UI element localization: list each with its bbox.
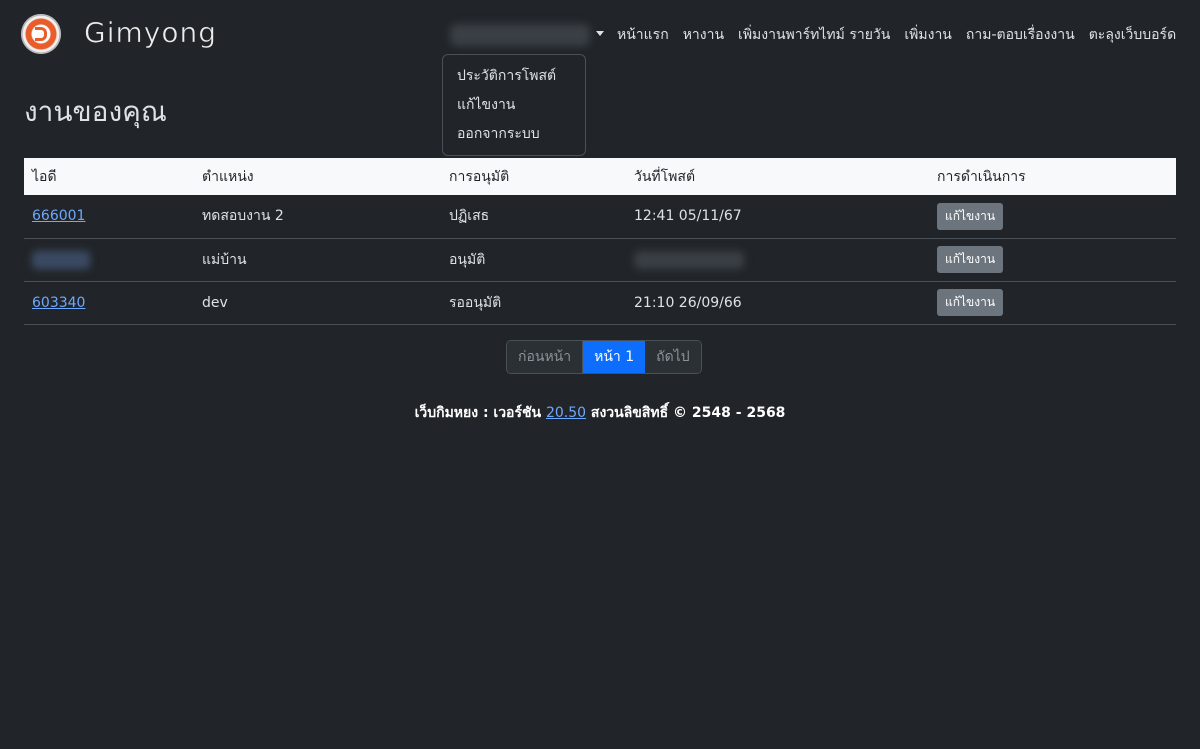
nav-link-webboard[interactable]: ตะลุงเว็บบอร์ด — [1082, 23, 1183, 47]
table-header-row: ไอดี ตำแหน่ง การอนุมัติ วันที่โพสต์ การด… — [24, 158, 1176, 195]
cell-position: dev — [194, 281, 441, 325]
jobs-table: ไอดี ตำแหน่ง การอนุมัติ วันที่โพสต์ การด… — [24, 158, 1176, 325]
cell-position: แม่บ้าน — [194, 238, 441, 282]
nav-link-add-daily-parttime[interactable]: เพิ่มงานพาร์ทไทม์ รายวัน — [731, 23, 897, 47]
cell-position: ทดสอบงาน 2 — [194, 195, 441, 239]
header-id: ไอดี — [24, 158, 194, 195]
nav-link-add-job[interactable]: เพิ่มงาน — [897, 23, 959, 47]
pagination-prev-button[interactable]: ก่อนหน้า — [507, 341, 584, 373]
pagination-next-button[interactable]: ถัดไป — [645, 341, 701, 373]
header-position: ตำแหน่ง — [194, 158, 441, 195]
edit-job-button[interactable]: แก้ไขงาน — [937, 289, 1004, 316]
cell-id: 666001 — [24, 195, 194, 239]
cell-approval: ปฏิเสธ — [441, 195, 626, 239]
job-id-link[interactable]: 603340 — [32, 295, 85, 311]
cell-date: 21:10 26/09/66 — [626, 281, 929, 325]
footer: เว็บกิมหยง : เวอร์ชัน 20.50 สงวนลิขสิทธิ… — [0, 403, 1200, 423]
table-row: 666001 ทดสอบงาน 2 ปฏิเสธ 12:41 05/11/67 … — [24, 195, 1176, 239]
nav-links: หน้าแรก หางาน เพิ่มงานพาร์ทไทม์ รายวัน เ… — [610, 23, 1183, 47]
job-id-link[interactable] — [32, 250, 90, 269]
brand-name[interactable]: Gimyong — [84, 16, 217, 50]
table-row: 603340 dev รออนุมัติ 21:10 26/09/66 แก้ไ… — [24, 281, 1176, 325]
page-title: งานของคุณ — [24, 95, 167, 128]
navbar: Gimyong หน้าแรก หางาน เพิ่มงานพาร์ทไทม์ … — [0, 0, 1200, 68]
cell-action: แก้ไขงาน — [929, 281, 1176, 325]
pagination: ก่อนหน้า หน้า 1 ถัดไป — [506, 340, 702, 374]
cell-id — [24, 238, 194, 282]
dropdown-item-edit-job[interactable]: แก้ไขงาน — [443, 91, 585, 120]
nav-link-job-qa[interactable]: ถาม-ตอบเรื่องงาน — [959, 23, 1082, 47]
edit-job-button[interactable]: แก้ไขงาน — [937, 202, 1004, 230]
cell-date: 12:41 05/11/67 — [626, 195, 929, 239]
footer-prefix: เว็บกิมหยง : เวอร์ชัน — [414, 405, 542, 421]
cell-action: แก้ไขงาน — [929, 195, 1176, 239]
nav-link-find-jobs[interactable]: หางาน — [676, 23, 731, 47]
cell-date — [626, 238, 929, 282]
cell-approval: อนุมัติ — [441, 238, 626, 282]
footer-copyright: สงวนลิขสิทธิ์ © 2548 - 2568 — [590, 405, 786, 421]
header-actions: การดำเนินการ — [929, 158, 1176, 195]
table-row: แม่บ้าน อนุมัติ แก้ไขงาน — [24, 238, 1176, 282]
gimyong-logo-icon[interactable] — [21, 14, 61, 54]
job-id-link[interactable]: 666001 — [32, 208, 85, 224]
nav-link-home[interactable]: หน้าแรก — [610, 23, 676, 47]
blurred-date — [634, 250, 744, 269]
user-menu-toggle[interactable] — [450, 24, 590, 46]
pagination-current-page[interactable]: หน้า 1 — [583, 341, 646, 373]
cell-approval: รออนุมัติ — [441, 281, 626, 325]
dropdown-item-post-history[interactable]: ประวัติการโพสต์ — [443, 62, 585, 91]
cell-id: 603340 — [24, 281, 194, 325]
edit-job-button[interactable]: แก้ไขงาน — [937, 246, 1004, 273]
caret-down-icon[interactable] — [596, 31, 604, 36]
dropdown-item-logout[interactable]: ออกจากระบบ — [443, 120, 585, 149]
header-approval: การอนุมัติ — [441, 158, 626, 195]
cell-action: แก้ไขงาน — [929, 238, 1176, 282]
footer-version-link[interactable]: 20.50 — [546, 405, 586, 421]
header-post-date: วันที่โพสต์ — [626, 158, 929, 195]
user-dropdown-menu: ประวัติการโพสต์ แก้ไขงาน ออกจากระบบ — [442, 54, 586, 156]
